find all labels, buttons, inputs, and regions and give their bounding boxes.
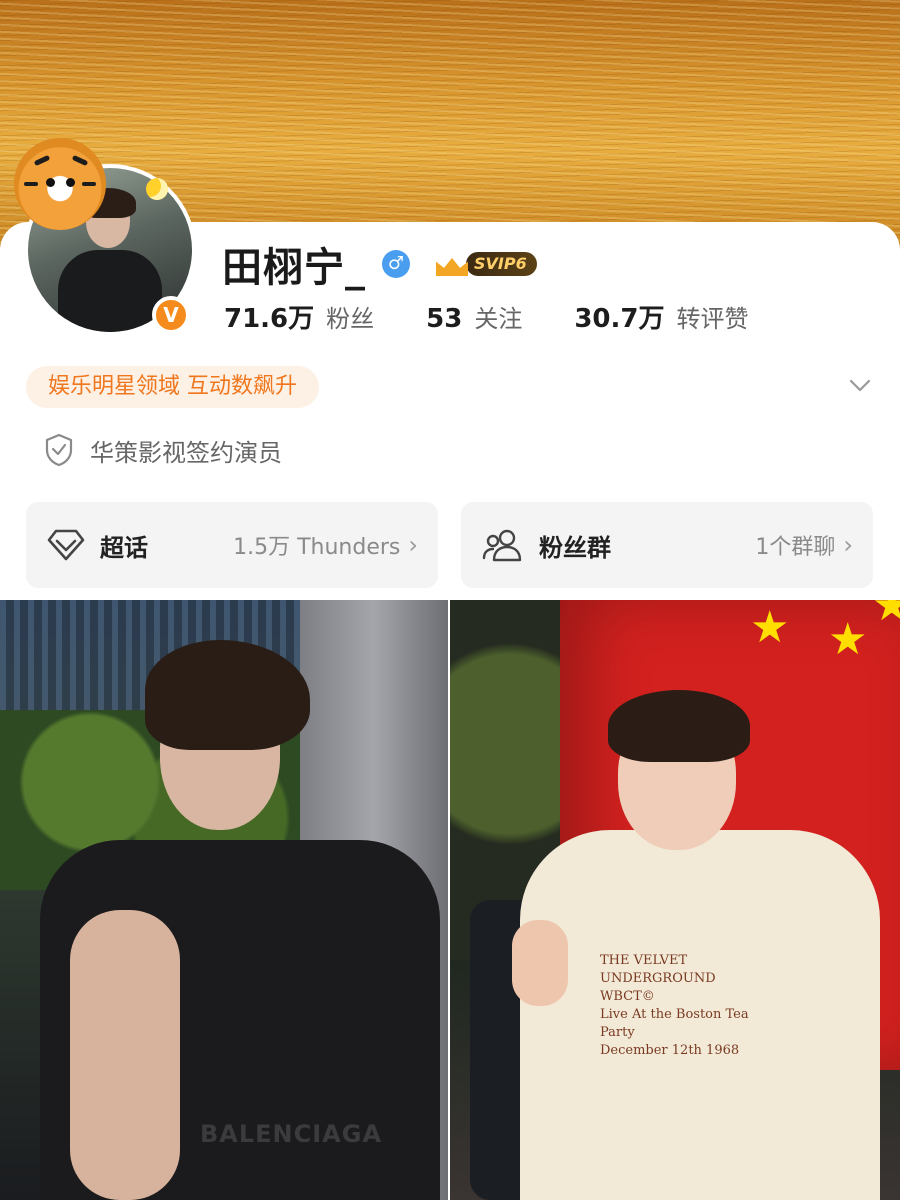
supertopic-title: 超话 <box>100 533 148 562</box>
photo-grid-item[interactable]: BALENCIAGA <box>0 600 448 1200</box>
stat-label: 转评赞 <box>676 304 749 333</box>
shield-check-icon <box>45 433 73 467</box>
profile-name: 田栩宁_ <box>222 245 366 291</box>
stat-value: 30.7万 <box>574 303 665 334</box>
fan-group-meta: 1个群聊 <box>755 535 836 560</box>
chevron-right-icon: › <box>408 531 418 559</box>
star-icon: ★ <box>872 600 900 631</box>
chevron-down-icon[interactable] <box>848 374 872 398</box>
stat-value: 53 <box>426 303 463 334</box>
stat-value: 71.6万 <box>224 303 315 334</box>
stat-label: 关注 <box>474 304 523 333</box>
star-icon: ★ <box>828 614 868 665</box>
stat-label: 粉丝 <box>326 304 375 333</box>
tiger-avatar-frame-icon <box>14 138 106 230</box>
moon-decoration-icon <box>146 178 168 200</box>
fan-group-button[interactable]: 粉丝群 1个群聊 › <box>461 502 873 588</box>
crown-icon <box>434 250 470 278</box>
hoodie-print-text: THE VELVET UNDERGROUND WBCT© Live At the… <box>600 953 749 1058</box>
star-icon: ★ <box>750 602 790 653</box>
chevron-right-icon: › <box>843 531 853 559</box>
svip-badge[interactable]: SVIP6 <box>434 249 537 279</box>
supertopic-meta: 1.5万 Thunders <box>233 535 401 560</box>
stat-following[interactable]: 53 关注 <box>426 299 522 334</box>
shirt-print-text: BALENCIAGA <box>200 1120 383 1148</box>
stat-likes[interactable]: 30.7万 转评赞 <box>574 298 748 335</box>
certification-text: 华策影视签约演员 <box>90 438 282 467</box>
domain-tag[interactable]: 娱乐明星领域 互动数飙升 <box>26 366 319 408</box>
fan-group-title: 粉丝群 <box>539 533 611 562</box>
svip-label: SVIP6 <box>466 252 537 276</box>
diamond-icon <box>47 529 85 561</box>
photo-grid-item[interactable]: ★ ★ ★ THE VELVET UNDERGROUND WBCT© Live … <box>450 600 900 1200</box>
name-row: 田栩宁_ ♂ SVIP6 <box>222 240 537 291</box>
group-users-icon <box>482 529 522 562</box>
profile-stats: 71.6万 粉丝 53 关注 30.7万 转评赞 <box>224 296 801 336</box>
stat-followers[interactable]: 71.6万 粉丝 <box>224 298 374 335</box>
certification-row: 华策影视签约演员 <box>44 430 282 470</box>
male-gender-icon: ♂ <box>382 250 410 278</box>
supertopic-button[interactable]: 超话 1.5万 Thunders › <box>26 502 438 588</box>
verified-badge-icon: V <box>152 296 190 334</box>
